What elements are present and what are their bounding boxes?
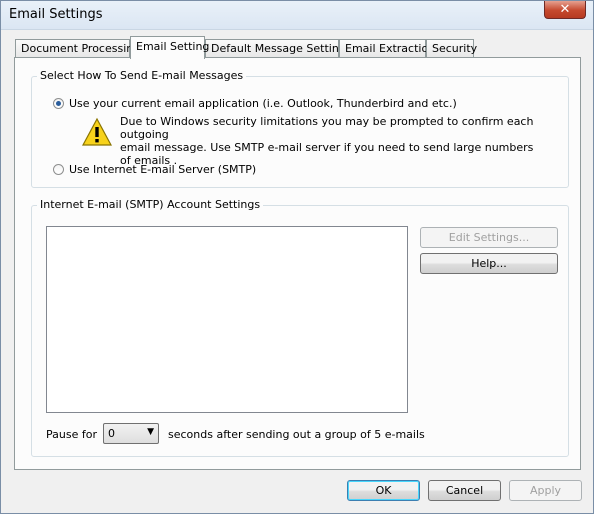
radio-smtp[interactable] <box>53 164 64 175</box>
cancel-button[interactable]: Cancel <box>428 480 501 501</box>
tab-document-processing[interactable]: Document Processing <box>15 39 140 58</box>
tab-default-message-settings[interactable]: Default Message Settings <box>205 39 352 58</box>
close-icon: ✕ <box>559 2 571 17</box>
tab-label: Document Processing <box>21 42 141 55</box>
tab-email-extraction[interactable]: Email Extraction <box>339 39 435 58</box>
radio-smtp-label: Use Internet E-mail Server (SMTP) <box>69 163 257 176</box>
tab-email-setting[interactable]: Email Setting <box>130 36 209 59</box>
ok-button[interactable]: OK <box>347 480 420 501</box>
radio-smtp-row[interactable]: Use Internet E-mail Server (SMTP) <box>53 163 256 176</box>
email-setting-panel: Select How To Send E-mail Messages Use y… <box>14 57 581 470</box>
window-title: Email Settings <box>9 7 103 22</box>
pause-label: Pause for <box>46 428 97 441</box>
radio-current-app-label: Use your current email application (i.e.… <box>69 97 457 110</box>
tab-label: Default Message Settings <box>211 42 352 55</box>
smtp-accounts-list[interactable] <box>46 226 408 413</box>
tab-label: Email Setting <box>136 40 210 53</box>
pause-seconds-select[interactable]: 0 ▼ <box>103 423 159 444</box>
radio-current-app[interactable] <box>53 98 64 109</box>
close-button[interactable]: ✕ <box>544 1 586 19</box>
smtp-settings-group-label: Internet E-mail (SMTP) Account Settings <box>37 198 264 211</box>
title-bar[interactable]: Email Settings ✕ <box>1 1 593 30</box>
tab-label: Security <box>432 42 478 55</box>
send-method-group-label: Select How To Send E-mail Messages <box>37 69 247 82</box>
help-button[interactable]: Help... <box>420 253 558 274</box>
tab-label: Email Extraction <box>345 42 436 55</box>
warning-icon <box>82 117 112 146</box>
edit-settings-button[interactable]: Edit Settings... <box>420 227 558 248</box>
warning-line-1: Due to Windows security limitations you … <box>120 115 534 141</box>
pause-seconds-value: 0 <box>108 427 115 440</box>
security-warning-text: Due to Windows security limitations you … <box>120 115 540 167</box>
pause-suffix-label: seconds after sending out a group of 5 e… <box>168 428 425 441</box>
send-method-group: Select How To Send E-mail Messages Use y… <box>31 69 569 188</box>
radio-current-app-row[interactable]: Use your current email application (i.e.… <box>53 97 457 110</box>
chevron-down-icon: ▼ <box>147 427 154 437</box>
apply-button[interactable]: Apply <box>509 480 582 501</box>
email-settings-window: Email Settings ✕ Document Processing Ema… <box>0 0 594 514</box>
smtp-settings-group: Internet E-mail (SMTP) Account Settings … <box>31 198 569 457</box>
tab-security[interactable]: Security <box>426 39 478 58</box>
